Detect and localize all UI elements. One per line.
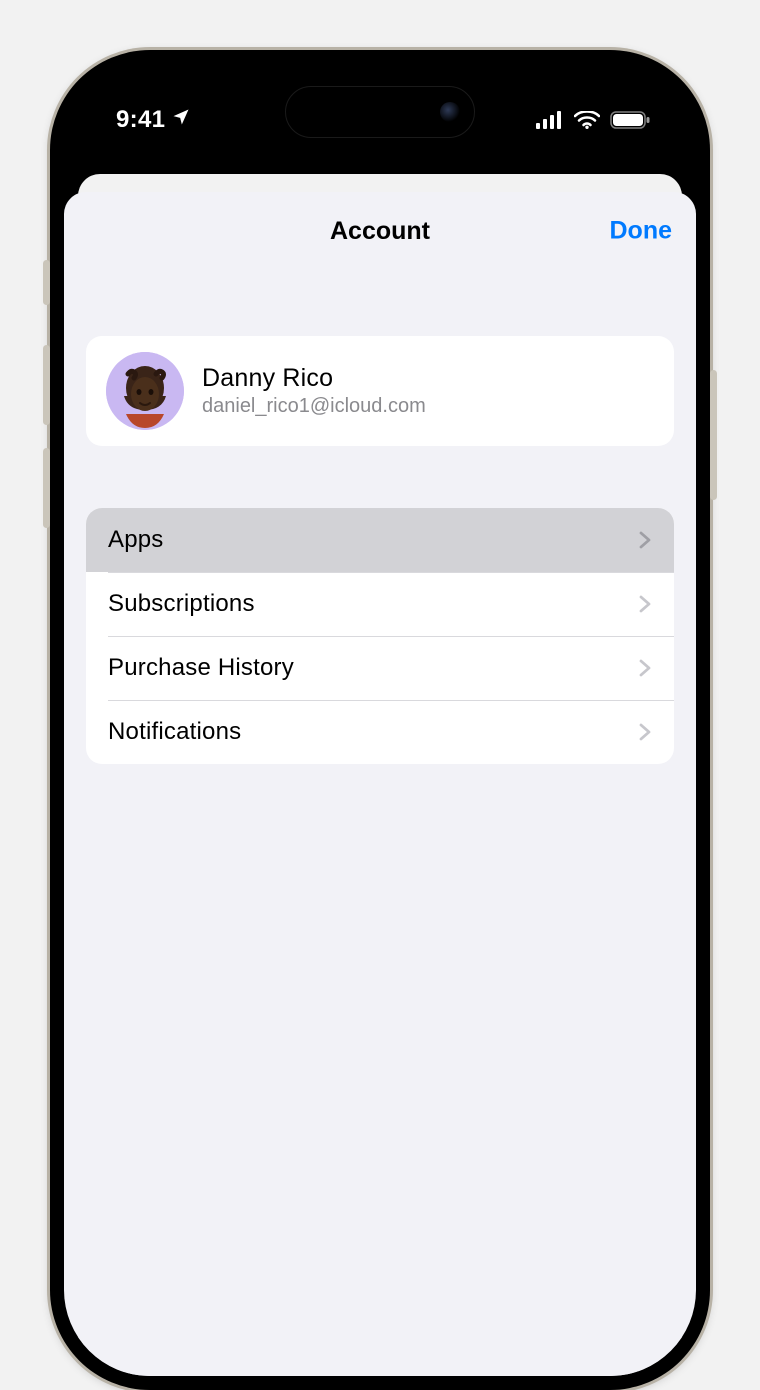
cellular-icon <box>536 111 564 129</box>
profile-email: daniel_rico1@icloud.com <box>202 395 426 418</box>
menu-item-notifications[interactable]: Notifications <box>86 700 674 764</box>
front-camera-icon <box>440 102 460 122</box>
mute-switch <box>43 260 50 305</box>
menu-label: Notifications <box>108 718 241 746</box>
chevron-right-icon <box>638 530 652 550</box>
chevron-right-icon <box>638 722 652 742</box>
menu-label: Apps <box>108 526 164 554</box>
battery-icon <box>610 111 650 129</box>
menu-label: Subscriptions <box>108 590 255 618</box>
chevron-right-icon <box>638 594 652 614</box>
account-sheet: Account Done <box>64 192 696 1376</box>
avatar <box>106 352 184 430</box>
profile-card[interactable]: Danny Rico daniel_rico1@icloud.com <box>86 336 674 446</box>
menu-item-apps[interactable]: Apps <box>86 508 674 572</box>
phone-frame: 9:41 <box>50 50 710 1390</box>
wifi-icon <box>574 111 600 129</box>
location-icon <box>171 106 191 134</box>
menu-item-subscriptions[interactable]: Subscriptions <box>86 572 674 636</box>
menu-item-purchase-history[interactable]: Purchase History <box>86 636 674 700</box>
phone-screen: 9:41 <box>64 64 696 1376</box>
profile-name: Danny Rico <box>202 364 426 393</box>
chevron-right-icon <box>638 658 652 678</box>
dynamic-island <box>285 86 475 138</box>
menu-label: Purchase History <box>108 654 294 682</box>
status-time: 9:41 <box>116 106 165 134</box>
sheet-title: Account <box>330 217 430 246</box>
menu-list: Apps Subscriptions Purchase History Noti… <box>86 508 674 764</box>
volume-down-button <box>43 448 50 528</box>
volume-up-button <box>43 345 50 425</box>
sheet-header: Account Done <box>64 204 696 258</box>
done-button[interactable]: Done <box>610 217 673 246</box>
power-button <box>710 370 717 500</box>
